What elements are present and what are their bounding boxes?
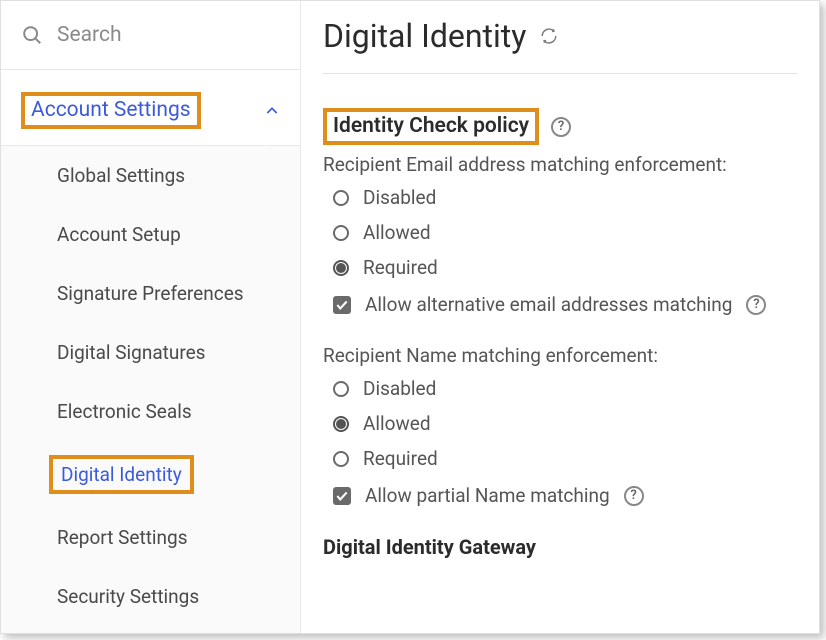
radio-label: Disabled — [363, 377, 436, 400]
radio-icon[interactable] — [333, 451, 349, 467]
name-radio-required[interactable]: Required — [333, 441, 797, 476]
sidebar-item-label: Account Setup — [57, 223, 181, 246]
email-matching-group: Recipient Email address matching enforce… — [323, 153, 797, 322]
search-row[interactable]: Search — [1, 1, 300, 70]
sidebar-item-label: Security Settings — [57, 585, 199, 608]
email-radio-allowed[interactable]: Allowed — [333, 215, 797, 250]
name-matching-group: Recipient Name matching enforcement: Dis… — [323, 344, 797, 513]
sidebar-item-label: Global Settings — [57, 164, 185, 187]
checkbox-label: Allow alternative email addresses matchi… — [365, 293, 732, 316]
sidebar-item-account-setup[interactable]: Account Setup — [1, 205, 300, 264]
radio-label: Required — [363, 447, 438, 470]
sidebar-item-digital-identity[interactable]: Digital Identity — [1, 441, 300, 508]
account-settings-label: Account Settings — [21, 92, 201, 129]
radio-label: Disabled — [363, 186, 436, 209]
sidebar-item-signature-preferences[interactable]: Signature Preferences — [1, 264, 300, 323]
email-matching-label: Recipient Email address matching enforce… — [323, 153, 797, 176]
search-icon — [21, 24, 43, 46]
app-frame: Search Account Settings Global Settings … — [0, 0, 820, 634]
radio-icon[interactable] — [333, 416, 349, 432]
email-radio-disabled[interactable]: Disabled — [333, 180, 797, 215]
sidebar-item-label: Signature Preferences — [57, 282, 244, 305]
search-placeholder: Search — [57, 23, 122, 47]
chevron-up-icon — [264, 103, 280, 119]
help-icon[interactable]: ? — [551, 117, 571, 137]
name-radio-list: Disabled Allowed Required Allow partial … — [323, 371, 797, 513]
section-title-row: Identity Check policy ? — [323, 108, 797, 145]
radio-icon[interactable] — [333, 225, 349, 241]
name-radio-disabled[interactable]: Disabled — [333, 371, 797, 406]
help-icon[interactable]: ? — [624, 486, 644, 506]
sidebar-item-label: Report Settings — [57, 526, 188, 549]
sidebar-section-account-settings[interactable]: Account Settings — [1, 70, 300, 146]
sidebar-item-report-settings[interactable]: Report Settings — [1, 508, 300, 567]
radio-icon[interactable] — [333, 381, 349, 397]
radio-label: Allowed — [363, 412, 431, 435]
refresh-icon[interactable] — [540, 27, 558, 45]
radio-label: Allowed — [363, 221, 431, 244]
name-matching-label: Recipient Name matching enforcement: — [323, 344, 797, 367]
checkbox-label: Allow partial Name matching — [365, 484, 610, 507]
sidebar-item-label: Electronic Seals — [57, 400, 192, 423]
radio-icon[interactable] — [333, 260, 349, 276]
checkbox-icon[interactable] — [333, 487, 351, 505]
sidebar: Search Account Settings Global Settings … — [1, 1, 301, 633]
sidebar-item-electronic-seals[interactable]: Electronic Seals — [1, 382, 300, 441]
email-alt-checkbox-row[interactable]: Allow alternative email addresses matchi… — [333, 285, 797, 322]
radio-label: Required — [363, 256, 438, 279]
checkbox-icon[interactable] — [333, 296, 351, 314]
name-partial-checkbox-row[interactable]: Allow partial Name matching ? — [333, 476, 797, 513]
help-icon[interactable]: ? — [746, 295, 766, 315]
digital-identity-gateway-title: Digital Identity Gateway — [323, 535, 797, 559]
sidebar-list: Global Settings Account Setup Signature … — [1, 146, 300, 633]
email-radio-list: Disabled Allowed Required Allow alternat… — [323, 180, 797, 322]
sidebar-item-digital-signatures[interactable]: Digital Signatures — [1, 323, 300, 382]
sidebar-item-label: Digital Identity — [49, 455, 194, 494]
page-title-row: Digital Identity — [323, 11, 797, 74]
sidebar-item-label: Digital Signatures — [57, 341, 206, 364]
main-panel: Digital Identity Identity Check policy ?… — [301, 1, 819, 633]
sidebar-item-security-settings[interactable]: Security Settings — [1, 567, 300, 626]
name-radio-allowed[interactable]: Allowed — [333, 406, 797, 441]
page-title: Digital Identity — [323, 17, 526, 55]
email-radio-required[interactable]: Required — [333, 250, 797, 285]
identity-check-policy-title: Identity Check policy — [323, 108, 539, 145]
radio-icon[interactable] — [333, 190, 349, 206]
